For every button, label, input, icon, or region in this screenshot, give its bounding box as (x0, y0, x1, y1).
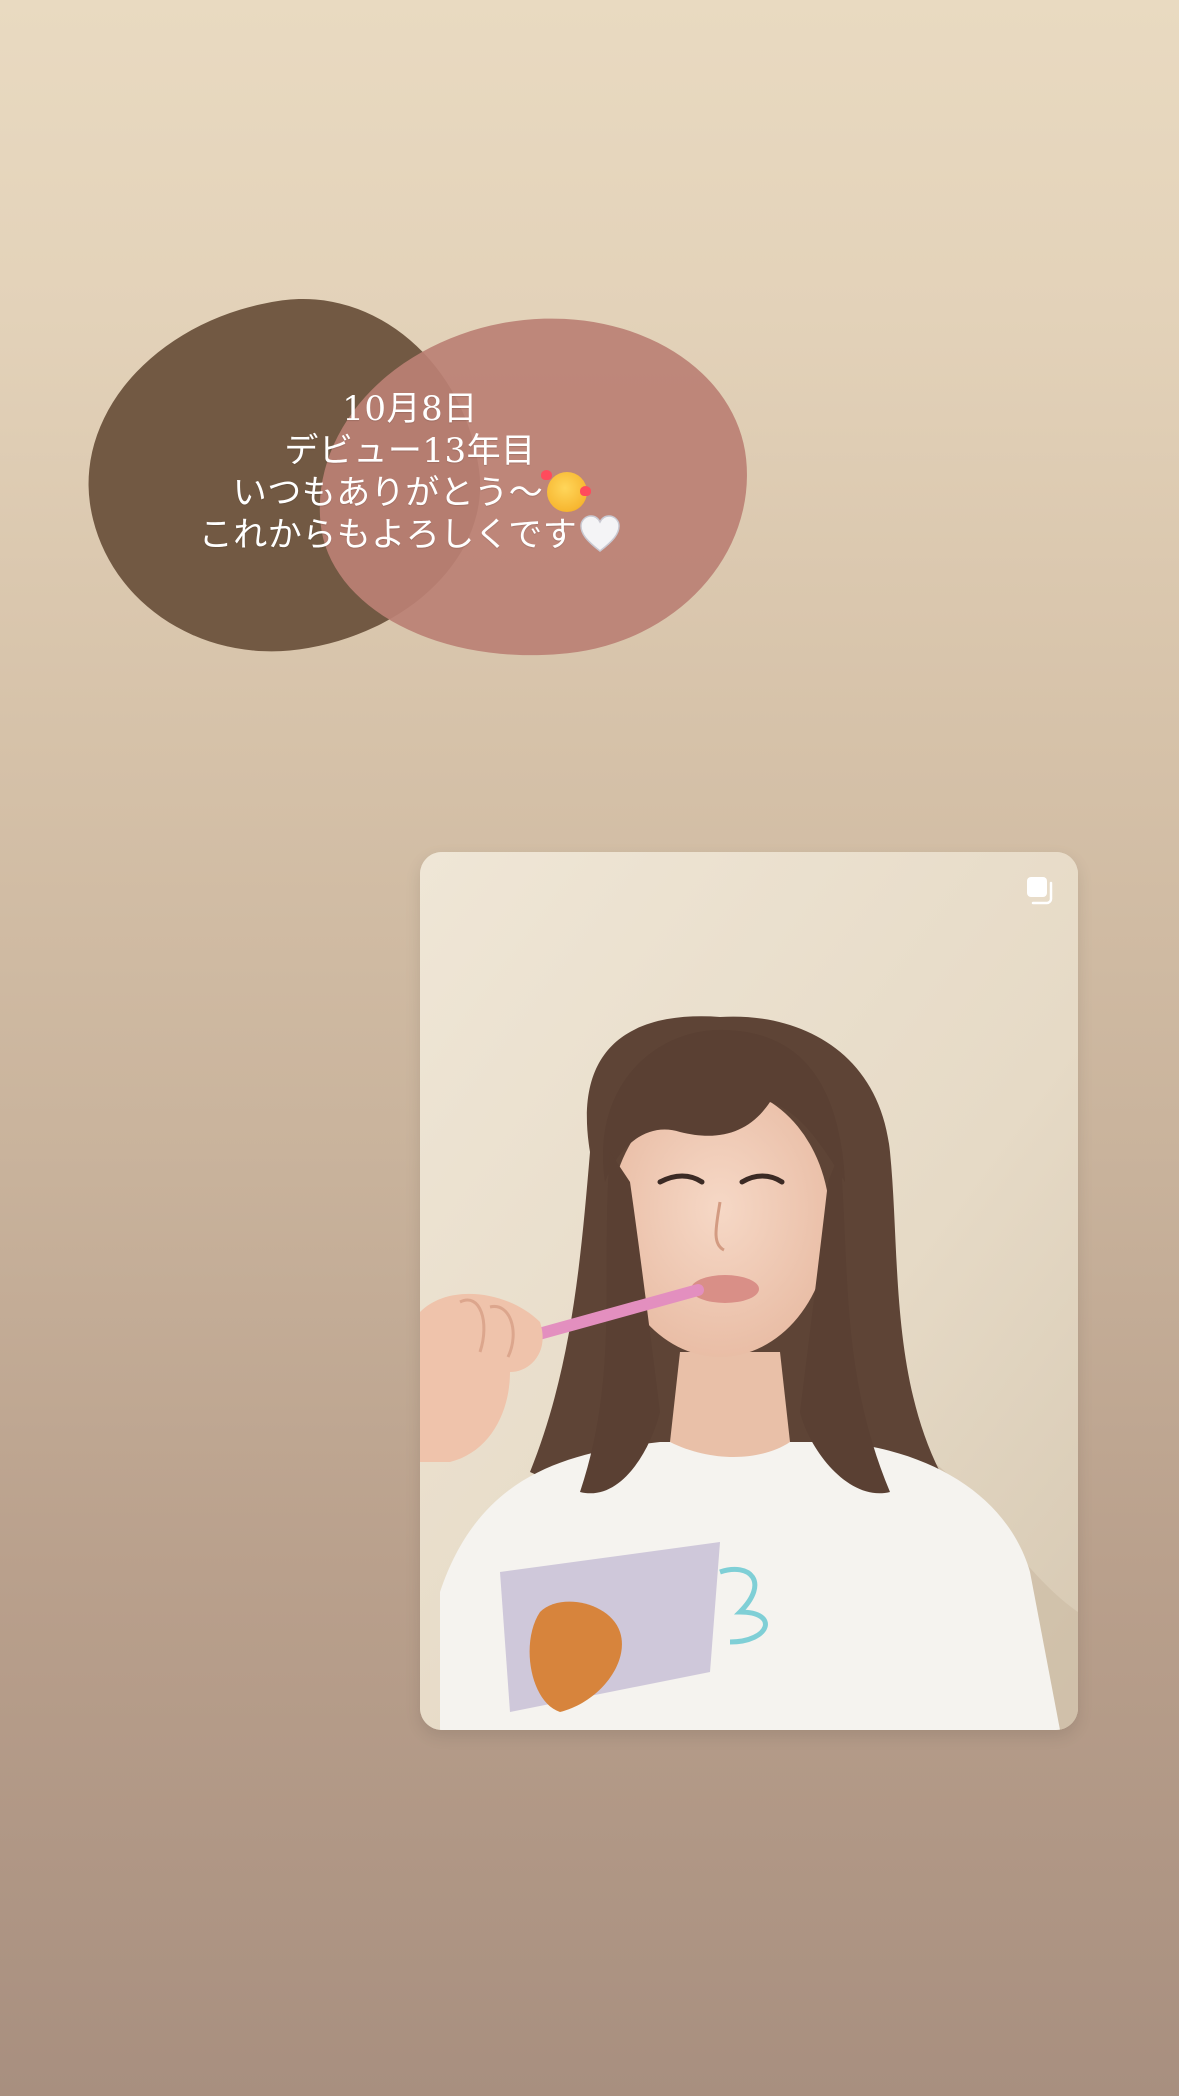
caption-regards-line: これからもよろしくです (150, 514, 670, 556)
shared-post-card[interactable] (420, 852, 1078, 1730)
multiple-photos-icon (1027, 877, 1053, 905)
white-heart-icon (580, 515, 620, 552)
smiling-face-with-hearts-icon (541, 470, 592, 512)
caption-date: 10月8日 (342, 389, 478, 429)
story-caption: 10月8日 デビュー13年目 いつもありがとう〜 これからもよろしくです (150, 388, 670, 556)
post-photo (420, 852, 1078, 1730)
caption-debut-line: デビュー13年目 (284, 431, 536, 471)
caption-thanks-line: いつもありがとう〜 (150, 470, 670, 514)
